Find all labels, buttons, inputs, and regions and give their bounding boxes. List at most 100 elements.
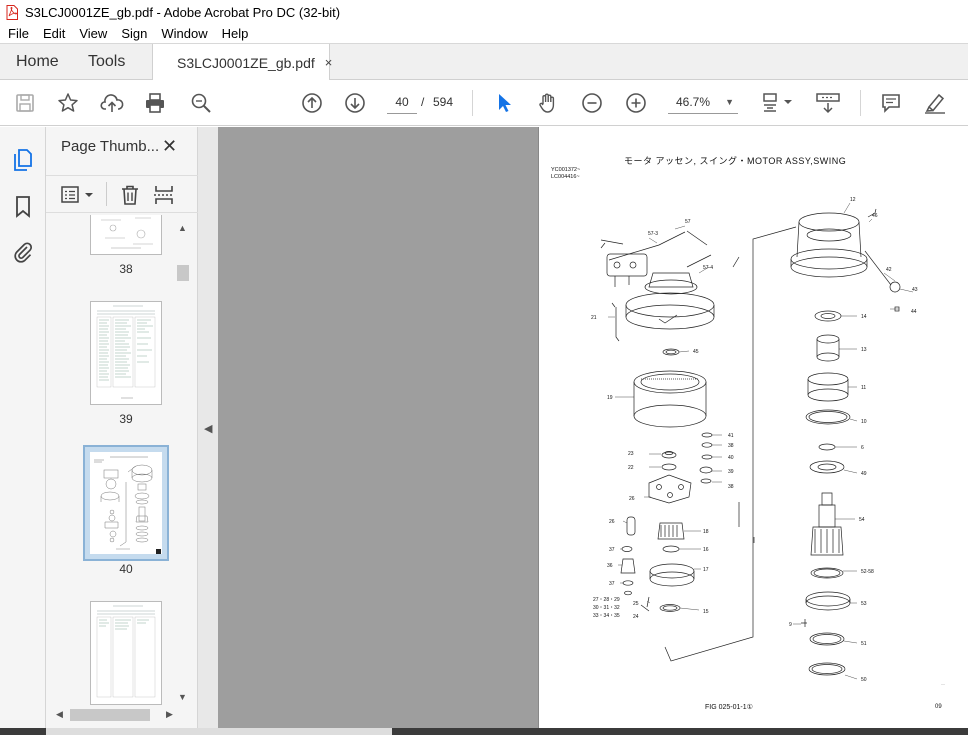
- svg-text:22: 22: [628, 465, 634, 471]
- page-number-input[interactable]: 40: [387, 90, 417, 114]
- zoom-in-icon[interactable]: [624, 91, 648, 115]
- svg-text:6: 6: [861, 445, 864, 451]
- svg-text:37: 37: [609, 547, 615, 553]
- next-page-icon[interactable]: [343, 91, 367, 115]
- svg-text:51: 51: [861, 641, 867, 647]
- menu-view[interactable]: View: [72, 26, 114, 41]
- svg-text:57-4: 57-4: [703, 265, 713, 271]
- scrolling-mode-icon[interactable]: [814, 91, 842, 115]
- pdf-page: モータ アッセン, スイング・MOTOR ASSY,SWING YC001372…: [538, 127, 968, 728]
- svg-text:9: 9: [789, 622, 792, 628]
- close-tab-icon[interactable]: ×: [325, 55, 333, 70]
- svg-text:57-3: 57-3: [648, 231, 658, 237]
- svg-text:30・31・32: 30・31・32: [593, 605, 620, 611]
- svg-text:26: 26: [609, 519, 615, 525]
- menu-sign[interactable]: Sign: [114, 26, 154, 41]
- thumbnail-page-38[interactable]: [90, 215, 162, 255]
- panel-collapse-strip[interactable]: ◀: [198, 127, 218, 735]
- tab-home[interactable]: Home: [16, 44, 59, 80]
- thumbnails-vertical-scrollbar[interactable]: ▲ ▼: [176, 221, 190, 707]
- bookmark-star-icon[interactable]: [56, 91, 80, 115]
- svg-text:39: 39: [728, 469, 734, 475]
- taskbar-strip: [0, 728, 968, 735]
- printed-page-number: 09: [935, 704, 942, 710]
- zoom-search-icon[interactable]: [189, 91, 213, 115]
- save-icon[interactable]: [13, 91, 37, 115]
- figure-label: FIG 025-01-1①: [705, 704, 753, 711]
- collapse-arrow-icon[interactable]: ◀: [204, 422, 212, 435]
- thumbnail-label: 40: [119, 562, 133, 576]
- scroll-left-icon[interactable]: ◀: [56, 709, 63, 720]
- svg-text:36: 36: [607, 563, 613, 569]
- svg-text:26: 26: [629, 496, 635, 502]
- svg-text:13: 13: [861, 347, 867, 353]
- page-thumbnails-panel: Page Thumb... ✕ 38 39 40 ▲ ▼ ◀ ▶: [46, 127, 198, 735]
- thumbnail-page-39[interactable]: [90, 301, 162, 405]
- svg-text:43: 43: [912, 287, 918, 293]
- svg-text:11: 11: [861, 385, 866, 391]
- chevron-down-icon: ▼: [725, 97, 734, 107]
- svg-text:33・34・35: 33・34・35: [593, 613, 620, 619]
- total-pages: 594: [433, 95, 454, 109]
- svg-text:46: 46: [872, 213, 878, 219]
- taskbar-strip-highlight: [46, 728, 392, 735]
- insert-page-icon[interactable]: [153, 184, 175, 206]
- zoom-out-icon[interactable]: [580, 91, 604, 115]
- print-icon[interactable]: [143, 91, 167, 115]
- svg-text:44: 44: [911, 309, 917, 315]
- comment-icon[interactable]: [879, 91, 903, 115]
- svg-text:53: 53: [861, 601, 867, 607]
- thumbnail-page-40-selected[interactable]: [83, 445, 169, 561]
- svg-text:19: 19: [607, 395, 613, 401]
- highlight-pen-icon[interactable]: [923, 91, 947, 115]
- hand-tool-icon[interactable]: [536, 91, 560, 115]
- svg-text:49: 49: [861, 471, 867, 477]
- scroll-up-icon[interactable]: ▲: [178, 223, 187, 233]
- menu-help[interactable]: Help: [215, 26, 256, 41]
- tab-document-label: S3LCJ0001ZE_gb.pdf: [177, 54, 315, 71]
- scroll-down-icon[interactable]: ▼: [178, 692, 187, 702]
- close-panel-icon[interactable]: ✕: [162, 136, 177, 157]
- menu-edit[interactable]: Edit: [36, 26, 72, 41]
- svg-text:10: 10: [861, 419, 867, 425]
- zoom-level-select[interactable]: 46.7% ▼: [668, 90, 738, 114]
- thumbnail-options-menu-icon[interactable]: [60, 184, 96, 206]
- svg-text:23: 23: [628, 451, 634, 457]
- document-canvas[interactable]: モータ アッセン, スイング・MOTOR ASSY,SWING YC001372…: [218, 127, 968, 728]
- tab-tools[interactable]: Tools: [88, 44, 125, 80]
- menu-file[interactable]: File: [0, 26, 36, 41]
- toolbar-divider: [472, 90, 473, 116]
- select-cursor-icon[interactable]: [492, 91, 516, 115]
- attachments-icon[interactable]: [11, 240, 35, 264]
- tab-bar: Home Tools S3LCJ0001ZE_gb.pdf ×: [0, 43, 968, 81]
- vertical-scroll-thumb[interactable]: [177, 265, 189, 281]
- svg-text:12: 12: [850, 197, 856, 203]
- svg-text:37: 37: [609, 581, 615, 587]
- horizontal-scroll-thumb[interactable]: [70, 709, 150, 721]
- previous-page-icon[interactable]: [300, 91, 324, 115]
- page-separator: /: [421, 95, 425, 109]
- page-fit-icon[interactable]: [760, 91, 794, 115]
- thumbnail-page-41[interactable]: [90, 601, 162, 705]
- delete-page-icon[interactable]: [119, 184, 141, 206]
- svg-text:27・28・29: 27・28・29: [593, 597, 620, 603]
- exploded-parts-diagram: 57 57-3 57-4 21 45 19 23 22 41 38 40 39 …: [591, 197, 945, 686]
- svg-text:52-58: 52-58: [861, 569, 874, 575]
- tab-document[interactable]: S3LCJ0001ZE_gb.pdf ×: [152, 44, 333, 81]
- panel-title: Page Thumb...: [61, 138, 160, 155]
- panel-toolbar: [46, 175, 198, 213]
- bookmarks-icon[interactable]: [11, 195, 35, 219]
- upload-cloud-icon[interactable]: [100, 91, 124, 115]
- svg-text:25: 25: [633, 601, 639, 607]
- svg-text:17: 17: [703, 567, 709, 573]
- svg-text:—: —: [941, 681, 945, 686]
- acrobat-pdf-icon: [5, 4, 19, 20]
- svg-text:14: 14: [861, 314, 867, 320]
- svg-text:18: 18: [703, 529, 709, 535]
- scroll-right-icon[interactable]: ▶: [166, 709, 173, 720]
- page-thumbnails-icon[interactable]: [11, 148, 35, 172]
- menu-window[interactable]: Window: [154, 26, 214, 41]
- thumbnails-horizontal-scrollbar[interactable]: ◀ ▶: [54, 707, 178, 723]
- svg-text:42: 42: [886, 267, 892, 273]
- svg-text:16: 16: [703, 547, 709, 553]
